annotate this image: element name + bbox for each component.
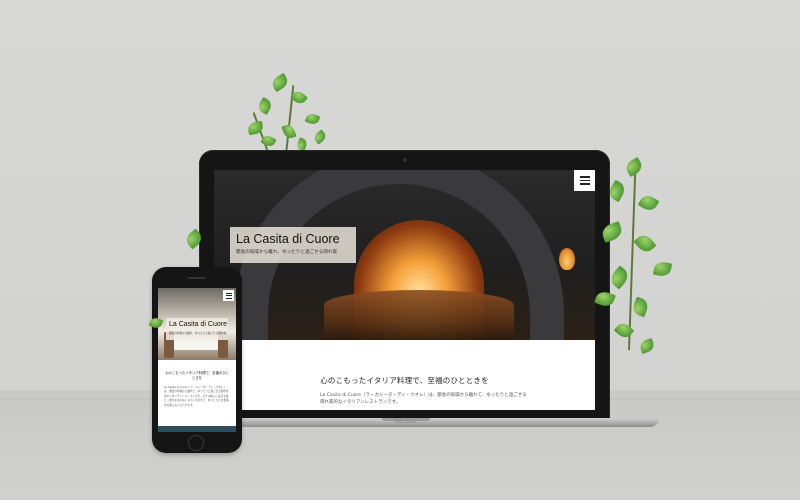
intro-heading: 心のこもったイタリア料理で、至福のひとときを — [320, 376, 489, 385]
phone-home-button[interactable] — [188, 435, 204, 451]
hero-title-box: La Casita di Cuore 都会の喧噪から離れ、ゆったりと過ごせる隠れ… — [230, 227, 356, 263]
phone-title-box: La Casita di Cuore 都会の喧噪から離れ、ゆったりと過ごせる隠れ… — [166, 318, 228, 340]
intro-text: La Casita di Cuore（ラ・カシータ・ディ・クオレ）は、都会の喧噪… — [320, 393, 527, 405]
phone-hamburger-menu-icon[interactable] — [223, 290, 234, 301]
phone-screen: La Casita di Cuore 都会の喧噪から離れ、ゆったりと過ごせる隠れ… — [158, 288, 236, 432]
hero-image: La Casita di Cuore 都会の喧噪から離れ、ゆったりと過ごせる隠れ… — [214, 170, 595, 340]
pizza-oven-floor — [324, 290, 514, 340]
phone-speaker — [188, 277, 206, 279]
phone-intro-text: La Casita di Cuore（ラ・カシータ・ディ・クオレ）は、都会の喧噪… — [164, 386, 229, 407]
flame-icon — [559, 248, 575, 270]
phone-site-subtitle: 都会の喧噪から離れ、ゆったりと過ごせる隠れ家 — [169, 331, 227, 335]
phone-intro-heading: 心のこもったイタリア料理で、至福のひとときを — [164, 371, 230, 380]
laptop-brand-label: MacBook — [394, 419, 418, 425]
phone-hero-image: La Casita di Cuore 都会の喧噪から離れ、ゆったりと過ごせる隠れ… — [158, 288, 236, 360]
intro-section: 心のこもったイタリア料理で、至福のひとときを La Casita di Cuor… — [214, 340, 595, 410]
laptop-camera — [403, 158, 407, 162]
phone-bottom-image — [158, 426, 236, 432]
phone-site-title[interactable]: La Casita di Cuore — [169, 321, 227, 329]
hamburger-menu-icon[interactable] — [574, 170, 595, 191]
site-title[interactable]: La Casita di Cuore — [236, 232, 350, 246]
laptop-screen: La Casita di Cuore 都会の喧噪から離れ、ゆったりと過ごせる隠れ… — [214, 170, 595, 410]
site-subtitle: 都会の喧噪から離れ、ゆったりと過ごせる隠れ家 — [236, 250, 338, 255]
